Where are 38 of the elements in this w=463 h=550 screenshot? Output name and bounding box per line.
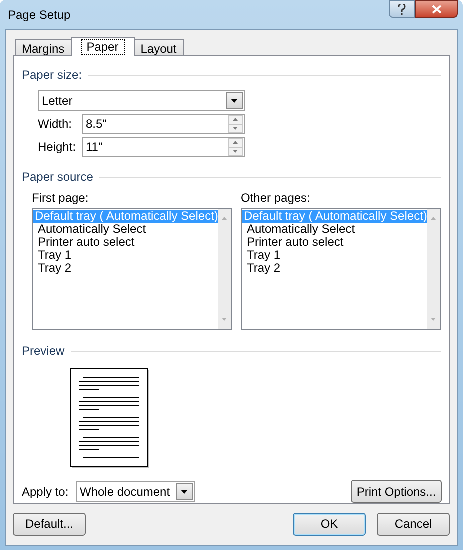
scrollbar-icon [427,209,440,329]
spin-field[interactable]: 8.5" [82,114,245,134]
list-box[interactable]: Default tray ( Automatically Select) Automatically Select Printer auto select Tray 1 Tray 2 [32,208,232,330]
dialog-button[interactable]: Cancel [377,512,450,536]
list-item[interactable]: Tray 2 [242,262,428,275]
scrollbar-icon [218,209,231,329]
spin-buttons-icon [228,138,243,156]
list-item[interactable]: Tray 1 [242,249,428,262]
list-item[interactable]: Printer auto select [242,236,428,249]
field-label: Width: [38,116,74,133]
section-heading: Paper source [22,169,94,186]
list-item[interactable]: Printer auto select [33,236,218,249]
dialog-button[interactable]: OK [293,512,366,536]
list-item[interactable]: Automatically Select [33,223,218,236]
print-options-button[interactable]: Print Options... [351,480,442,503]
dropdown[interactable]: Letter [38,90,245,111]
tab[interactable]: Layout [134,39,184,56]
spin-buttons-icon [228,115,243,133]
list-box[interactable]: Default tray ( Automatically Select) Automatically Select Printer auto select Tray 1 Tray 2 [241,208,441,330]
list-item[interactable]: Tray 1 [33,249,218,262]
help-icon[interactable] [389,0,415,18]
tab[interactable]: Margins [15,39,72,56]
dropdown[interactable]: Whole document [76,481,195,502]
section-heading: Preview [22,343,65,360]
list-label: First page: [32,191,90,205]
list-label: Other pages: [241,191,312,205]
field-label: Apply to: [22,484,70,500]
section-heading: Paper size: [22,67,82,84]
spin-field[interactable]: 11" [82,137,245,157]
caret-icon [181,490,188,494]
caret-icon [231,98,238,102]
dialog-button[interactable]: Default... [13,512,86,536]
list-item[interactable]: Tray 2 [33,262,218,275]
tab[interactable]: Paper [70,37,135,56]
close-icon[interactable] [415,0,458,18]
window-title: Page Setup [8,6,71,24]
field-label: Height: [38,139,78,156]
list-item[interactable]: Automatically Select [242,223,428,236]
